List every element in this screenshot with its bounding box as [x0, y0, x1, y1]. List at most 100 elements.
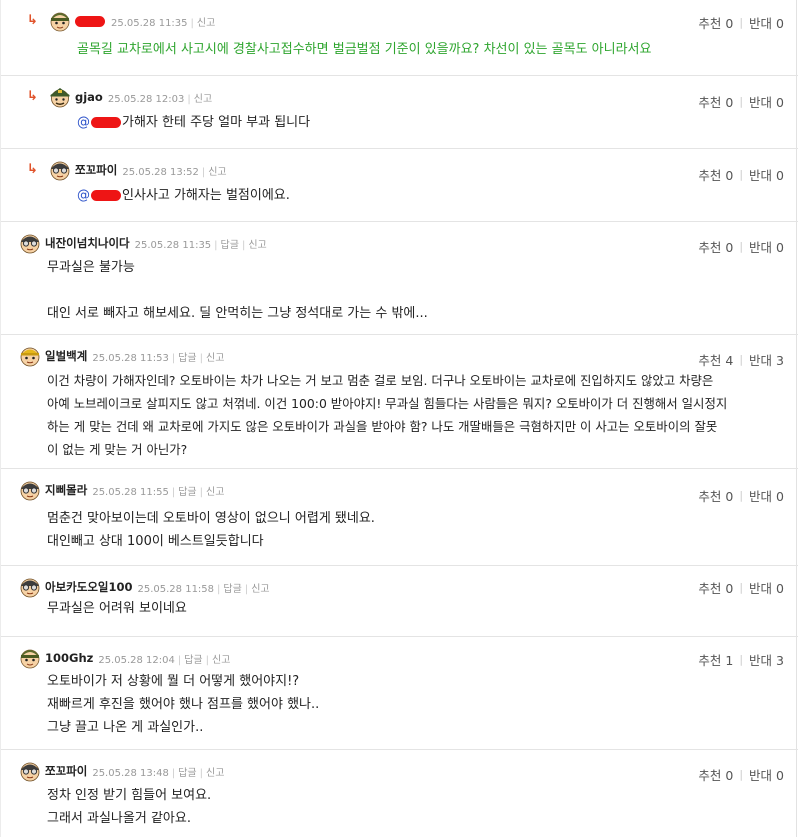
downvote-button[interactable]: 반대 3	[749, 650, 784, 669]
avatar	[19, 479, 41, 501]
vote-box: 추천 0 | 반대 0	[698, 237, 784, 256]
avatar	[49, 10, 71, 32]
reply-link[interactable]: 답글	[178, 353, 196, 364]
nickname[interactable]: 일벌백계	[45, 348, 87, 364]
nickname[interactable]: 아보카도오일100	[45, 579, 133, 595]
comment-date: 25.05.28 11:58	[137, 583, 215, 595]
upvote-button[interactable]: 추천 0	[698, 765, 733, 784]
report-link[interactable]: 신고	[251, 584, 269, 595]
comment-meta: 25.05.28 11:53 | 답글 | 신고	[92, 352, 225, 364]
report-link[interactable]: 신고	[206, 487, 224, 498]
downvote-button[interactable]: 반대 0	[749, 486, 784, 505]
avatar	[19, 760, 41, 782]
comment-text: @ 가해자 한테 주당 얼마 부과 됩니다	[77, 111, 310, 134]
vote-box: 추천 0 | 반대 0	[698, 578, 784, 597]
avatar	[19, 232, 41, 254]
redacted-mention	[91, 117, 121, 128]
comment-date: 25.05.28 13:48	[92, 767, 169, 779]
comment-date: 25.05.28 11:35	[134, 239, 212, 251]
downvote-button[interactable]: 반대 0	[749, 13, 784, 32]
nickname[interactable]: 쪼꼬파이	[75, 162, 117, 178]
vote-box: 추천 0 | 반대 0	[698, 486, 784, 505]
comment-text: 오토바이가 저 상황에 뭘 더 어떻게 했어야지!? 재빠르게 후진을 했어야 …	[47, 674, 320, 735]
comment-meta: 25.05.28 12:04 | 답글 | 신고	[98, 654, 231, 666]
comment-item: ↳ gjao 25.05.28 12:03 | 신고 추천 0 | 반대 0 @ 가해…	[1, 76, 798, 149]
report-link[interactable]: 신고	[208, 167, 226, 178]
mention-link[interactable]: @	[77, 111, 90, 134]
comment-date: 25.05.28 13:52	[122, 166, 199, 178]
comment-item: ↳ 쪼꼬파이 25.05.28 13:52 | 신고 추천 0 | 반대 0 @ 인사…	[1, 149, 798, 222]
comment-date: 25.05.28 11:35	[111, 17, 188, 29]
reply-arrow-icon: ↳	[27, 88, 38, 104]
comment-meta: 25.05.28 11:35 | 신고	[111, 17, 216, 29]
avatar	[19, 576, 41, 598]
avatar	[19, 345, 41, 367]
downvote-button[interactable]: 반대 0	[749, 578, 784, 597]
comment-item: 100Ghz 25.05.28 12:04 | 답글 | 신고 추천 1 | 반대 3 …	[1, 637, 798, 750]
comment-meta: 25.05.28 11:35 | 답글 | 신고	[134, 239, 267, 251]
report-link[interactable]: 신고	[248, 240, 266, 251]
reply-arrow-icon: ↳	[27, 12, 38, 28]
redacted-mention	[91, 190, 121, 201]
comment-text: 무과실은 불가능 대인 서로 빼자고 해보세요. 딜 안먹히는 그냥 정석대로 …	[47, 260, 428, 321]
vote-box: 추천 0 | 반대 0	[698, 765, 784, 784]
comment-item: 아보카도오일100 25.05.28 11:58 | 답글 | 신고 추천 0 | 반대…	[1, 566, 798, 637]
vote-box: 추천 1 | 반대 3	[698, 650, 784, 669]
upvote-button[interactable]: 추천 0	[698, 13, 733, 32]
comment-text: 골목길 교차로에서 사고시에 경찰사고접수하면 벌금벌점 기준이 있을까요? 차…	[77, 42, 652, 57]
upvote-button[interactable]: 추천 4	[698, 350, 733, 369]
nickname[interactable]: 지삐몰라	[45, 482, 87, 498]
comment-text: @ 인사사고 가해자는 벌점이에요.	[77, 184, 290, 207]
comment-item: ↳ 25.05.28 11:35 | 신고 추천 0 | 반대 0 골목길 교차로에…	[1, 0, 798, 76]
reply-link[interactable]: 답글	[178, 487, 196, 498]
comment-date: 25.05.28 11:55	[92, 486, 169, 498]
upvote-button[interactable]: 추천 0	[698, 578, 733, 597]
comment-item: 내잔이넘치나이다 25.05.28 11:35 | 답글 | 신고 추천 0 | 반대 …	[1, 222, 798, 335]
reply-link[interactable]: 답글	[221, 240, 239, 251]
nickname[interactable]: 내잔이넘치나이다	[45, 235, 130, 251]
report-link[interactable]: 신고	[194, 94, 212, 105]
reply-link[interactable]: 답글	[184, 655, 202, 666]
nickname[interactable]: 100Ghz	[45, 651, 93, 665]
vote-box: 추천 0 | 반대 0	[698, 165, 784, 184]
avatar	[49, 159, 71, 181]
downvote-button[interactable]: 반대 0	[749, 237, 784, 256]
upvote-button[interactable]: 추천 1	[698, 650, 733, 669]
mention-link[interactable]: @	[77, 184, 90, 207]
upvote-button[interactable]: 추천 0	[698, 486, 733, 505]
comment-item: 일벌백계 25.05.28 11:53 | 답글 | 신고 추천 4 | 반대 3 이건…	[1, 335, 798, 469]
comment-text: 정차 인정 받기 힘들어 보여요. 그래서 과실나올거 같아요.	[47, 788, 212, 826]
comment-text: 이건 차량이 가해자인데? 오토바이는 차가 나오는 거 보고 멈춘 걸로 보임…	[47, 373, 728, 457]
vote-box: 추천 0 | 반대 0	[698, 92, 784, 111]
comment-date: 25.05.28 12:04	[98, 654, 175, 666]
reply-link[interactable]: 답글	[223, 584, 241, 595]
comment-meta: 25.05.28 13:52 | 신고	[122, 166, 227, 178]
reply-link[interactable]: 답글	[178, 768, 196, 779]
avatar	[19, 647, 41, 669]
comment-meta: 25.05.28 11:55 | 답글 | 신고	[92, 486, 225, 498]
report-link[interactable]: 신고	[197, 18, 215, 29]
downvote-button[interactable]: 반대 0	[749, 92, 784, 111]
redacted-nickname	[75, 15, 105, 27]
nickname[interactable]: gjao	[75, 90, 103, 104]
report-link[interactable]: 신고	[206, 768, 224, 779]
comment-date: 25.05.28 12:03	[107, 93, 185, 105]
upvote-button[interactable]: 추천 0	[698, 165, 733, 184]
reply-arrow-icon: ↳	[27, 161, 38, 177]
comment-meta: 25.05.28 11:58 | 답글 | 신고	[137, 583, 270, 595]
comment-meta: 25.05.28 12:03 | 신고	[107, 93, 213, 105]
comment-item: 쪼꼬파이 25.05.28 13:48 | 답글 | 신고 추천 0 | 반대 0 정차…	[1, 750, 798, 837]
downvote-button[interactable]: 반대 3	[749, 350, 784, 369]
vote-box: 추천 0 | 반대 0	[698, 13, 784, 32]
comment-item: 지삐몰라 25.05.28 11:55 | 답글 | 신고 추천 0 | 반대 0 멈춘…	[1, 469, 798, 566]
report-link[interactable]: 신고	[212, 655, 230, 666]
avatar	[49, 86, 71, 108]
nickname[interactable]: 쪼꼬파이	[45, 763, 87, 779]
upvote-button[interactable]: 추천 0	[698, 237, 733, 256]
downvote-button[interactable]: 반대 0	[749, 765, 784, 784]
upvote-button[interactable]: 추천 0	[698, 92, 733, 111]
comment-meta: 25.05.28 13:48 | 답글 | 신고	[92, 767, 225, 779]
downvote-button[interactable]: 반대 0	[749, 165, 784, 184]
comment-list: ↳ 25.05.28 11:35 | 신고 추천 0 | 반대 0 골목길 교차로에…	[0, 0, 798, 837]
report-link[interactable]: 신고	[206, 353, 224, 364]
